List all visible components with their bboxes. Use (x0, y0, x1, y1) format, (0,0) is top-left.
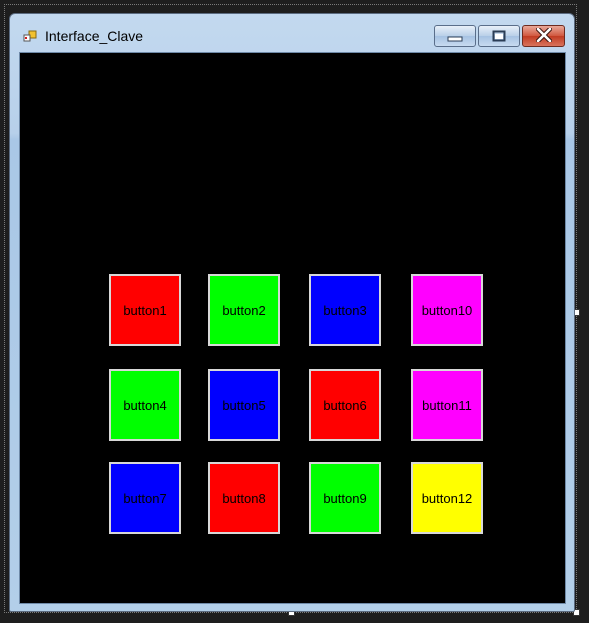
form-window: Interface_Clave button1 button2 button3 … (9, 13, 575, 612)
button-label: button7 (123, 490, 167, 506)
button8[interactable]: button8 (208, 462, 280, 534)
button-label: button10 (421, 302, 473, 318)
button-label: button12 (421, 490, 473, 506)
button-label: button5 (222, 397, 266, 413)
close-icon (535, 26, 552, 46)
button-label: button2 (222, 302, 266, 318)
title-bar[interactable]: Interface_Clave (10, 14, 574, 52)
maximize-button[interactable] (478, 25, 520, 47)
button12[interactable]: button12 (411, 462, 483, 534)
button-label: button3 (323, 302, 367, 318)
button-label: button9 (323, 490, 367, 506)
close-button[interactable] (522, 25, 565, 47)
button5[interactable]: button5 (208, 369, 280, 441)
minimize-icon (447, 27, 463, 46)
maximize-icon (492, 27, 506, 46)
form-client-area: button1 button2 button3 button10 button4… (19, 52, 566, 604)
window-title: Interface_Clave (45, 28, 144, 44)
button1[interactable]: button1 (109, 274, 181, 346)
button6[interactable]: button6 (309, 369, 381, 441)
button4[interactable]: button4 (109, 369, 181, 441)
button-label: button8 (222, 490, 266, 506)
button11[interactable]: button11 (411, 369, 483, 441)
button7[interactable]: button7 (109, 462, 181, 534)
winforms-app-icon (23, 29, 37, 43)
button-label: button11 (422, 397, 472, 413)
button9[interactable]: button9 (309, 462, 381, 534)
minimize-button[interactable] (434, 25, 476, 47)
button3[interactable]: button3 (309, 274, 381, 346)
button-label: button4 (123, 397, 167, 413)
button10[interactable]: button10 (411, 274, 483, 346)
button2[interactable]: button2 (208, 274, 280, 346)
button-label: button6 (323, 397, 367, 413)
button-label: button1 (123, 302, 167, 318)
